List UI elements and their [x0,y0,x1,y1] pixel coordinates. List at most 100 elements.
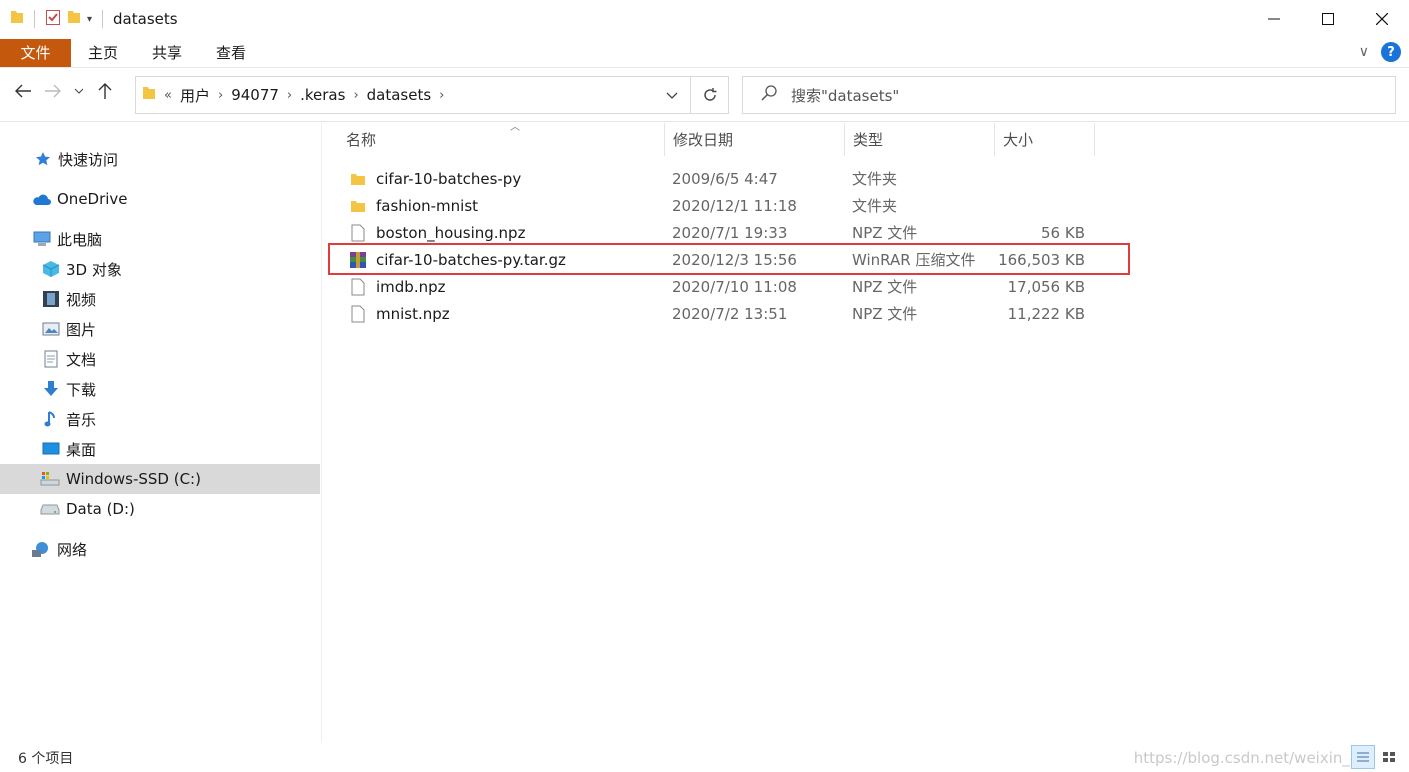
column-header-label: 大小 [1003,131,1034,149]
maximize-icon[interactable] [1301,0,1355,38]
file-size [975,165,1085,192]
breadcrumb-overflow[interactable]: « [164,88,172,103]
tab-share[interactable]: 共享 [135,38,199,68]
sidebar-item-drive-c[interactable]: Windows-SSD (C:) [0,464,320,494]
film-icon [42,291,60,307]
file-row[interactable]: fashion-mnist 2020/12/1 11:18 文件夹 [343,192,1103,219]
column-header-label: 类型 [853,131,884,149]
sort-ascending-icon: ︿ [510,122,520,133]
cloud-icon [31,191,51,207]
sidebar-item-documents[interactable]: 文档 [0,344,320,374]
cube-icon [42,261,60,277]
new-folder-icon[interactable] [67,9,81,29]
sidebar-item-3d-objects[interactable]: 3D 对象 [0,254,320,284]
sidebar-item-desktop[interactable]: 桌面 [0,434,320,464]
tab-view[interactable]: 查看 [199,38,263,68]
file-name: imdb.npz [376,277,446,296]
sidebar-item-label: 桌面 [66,440,97,459]
minimize-icon[interactable] [1247,0,1301,38]
chevron-right-icon[interactable]: › [439,88,444,103]
file-date: 2020/7/2 13:51 [672,304,788,323]
properties-icon[interactable] [45,8,61,30]
file-type: 文件夹 [852,197,898,215]
column-header-label: 修改日期 [673,131,734,149]
watermark: https://blog.csdn.net/weixin_42 [1133,748,1369,767]
drive-d-icon [40,501,60,517]
item-count: 6 个项目 [18,750,74,767]
file-type: 文件夹 [852,170,898,188]
file-size [975,192,1085,219]
expand-ribbon-icon[interactable]: ∨ [1359,44,1369,60]
status-bar: 6 个项目 https://blog.csdn.net/weixin_42 [0,743,1409,772]
file-icon [349,278,367,296]
sidebar-item-this-pc[interactable]: 此电脑 [0,224,320,254]
search-box[interactable]: 搜索"datasets" [742,76,1396,114]
file-type: NPZ 文件 [852,278,918,296]
sidebar-item-label: 网络 [57,540,88,559]
breadcrumb-users[interactable]: 用户 [180,85,210,106]
sidebar-item-label: Data (D:) [66,500,135,518]
chevron-right-icon[interactable]: › [218,88,223,103]
sidebar-item-pictures[interactable]: 图片 [0,314,320,344]
file-size: 17,056 KB [1007,277,1085,296]
column-header-date[interactable]: 修改日期 [665,123,845,156]
file-size: 11,222 KB [1007,304,1085,323]
recent-locations-icon[interactable] [74,88,84,94]
file-icon [349,305,367,323]
sidebar-item-label: 视频 [66,290,97,309]
column-header-name[interactable]: ︿ 名称 [338,122,665,156]
folder-icon [142,85,156,105]
large-icons-view-icon[interactable] [1377,745,1401,769]
address-bar[interactable]: « 用户 › 94077 › .keras › datasets › [135,76,691,114]
refresh-icon[interactable] [691,76,729,114]
sidebar-item-drive-d[interactable]: Data (D:) [0,494,320,524]
forward-icon[interactable] [44,84,62,98]
sidebar-item-downloads[interactable]: 下载 [0,374,320,404]
file-row[interactable]: mnist.npz 2020/7/2 13:51 NPZ 文件 11,222 K… [343,300,1103,327]
network-icon [31,541,51,557]
drive-c-icon [40,471,60,487]
file-type: NPZ 文件 [852,305,918,323]
details-view-icon[interactable] [1351,745,1375,769]
file-name: cifar-10-batches-py [376,169,522,188]
file-icon [349,224,367,242]
file-name: mnist.npz [376,304,450,323]
sidebar-item-videos[interactable]: 视频 [0,284,320,314]
sidebar-item-label: 此电脑 [57,230,103,249]
address-dropdown-icon[interactable] [666,86,678,104]
help-icon[interactable]: ? [1381,42,1401,62]
sidebar-item-network[interactable]: 网络 [0,534,320,564]
folder-icon [10,9,24,29]
sidebar-item-label: 下载 [66,380,97,399]
up-icon[interactable] [96,83,114,99]
sidebar-item-quick-access[interactable]: 快速访问 [0,144,320,174]
folder-icon [349,170,367,188]
file-row[interactable]: imdb.npz 2020/7/10 11:08 NPZ 文件 17,056 K… [343,273,1103,300]
close-icon[interactable] [1355,0,1409,38]
tab-file[interactable]: 文件 [0,38,71,67]
breadcrumb-datasets[interactable]: datasets [367,86,432,104]
tab-home[interactable]: 主页 [71,38,135,68]
breadcrumb-keras[interactable]: .keras [300,86,345,104]
column-header-type[interactable]: 类型 [845,123,995,156]
chevron-right-icon[interactable]: › [287,88,292,103]
search-placeholder[interactable]: 搜索"datasets" [791,85,899,106]
sidebar-item-music[interactable]: 音乐 [0,404,320,434]
file-date: 2009/6/5 4:47 [672,169,778,188]
file-row[interactable]: boston_housing.npz 2020/7/1 19:33 NPZ 文件… [343,219,1103,246]
breadcrumb-user-folder[interactable]: 94077 [231,86,279,104]
back-icon[interactable] [14,84,32,98]
column-header-label: 名称 [346,131,377,149]
desktop-icon [42,441,60,457]
sidebar-item-onedrive[interactable]: OneDrive [0,184,320,214]
column-header-size[interactable]: 大小 [995,123,1095,156]
file-row[interactable]: cifar-10-batches-py 2009/6/5 4:47 文件夹 [343,165,1103,192]
quick-access-toolbar: ▾ [10,8,107,30]
folder-icon [349,197,367,215]
chevron-right-icon[interactable]: › [353,88,358,103]
file-name: fashion-mnist [376,196,479,215]
window-title: datasets [113,10,178,28]
customize-toolbar-icon[interactable]: ▾ [87,14,92,25]
sidebar-item-label: OneDrive [57,190,128,208]
file-date: 2020/7/1 19:33 [672,223,788,242]
